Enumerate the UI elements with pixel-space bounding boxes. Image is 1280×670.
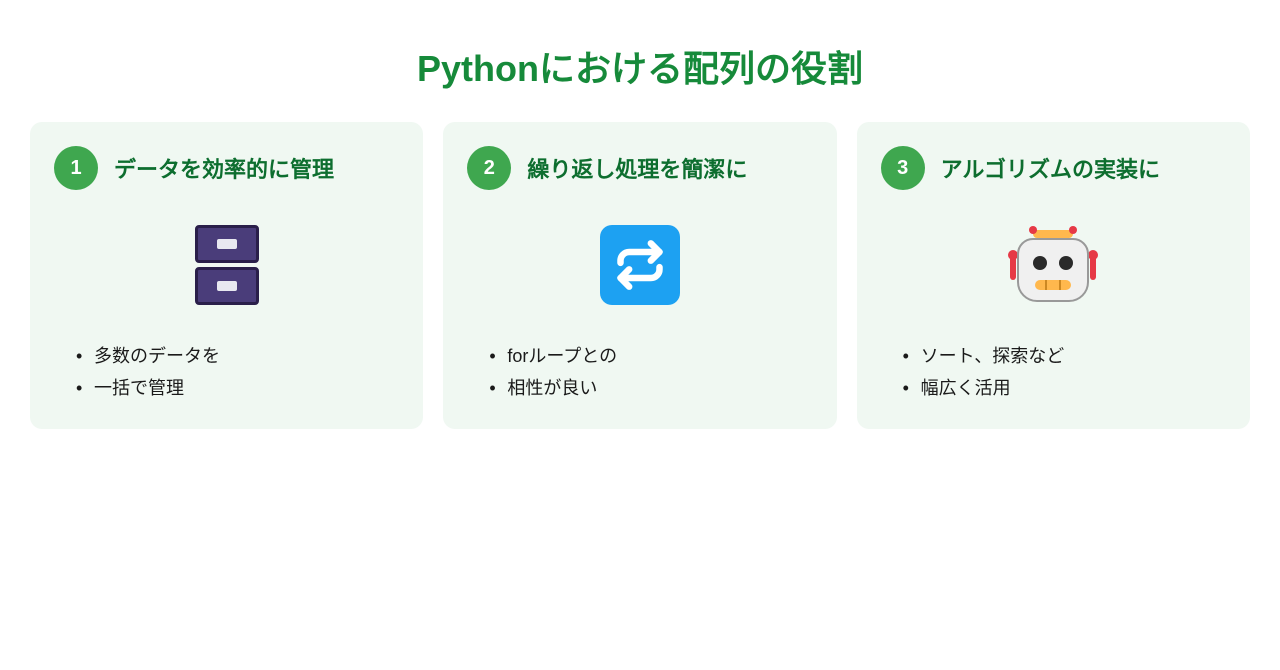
number-badge: 1 <box>54 146 98 190</box>
list-item: forループとの <box>507 340 812 372</box>
page-title: Pythonにおける配列の役割 <box>20 40 1260 92</box>
number-badge: 3 <box>881 146 925 190</box>
card-header: 1 データを効率的に管理 <box>54 146 399 190</box>
card-header: 2 繰り返し処理を簡潔に <box>467 146 812 190</box>
list-item: 幅広く活用 <box>921 372 1226 404</box>
card-title: 繰り返し処理を簡潔に <box>527 152 747 184</box>
list-item: ソート、探索など <box>921 340 1226 372</box>
list-item: 一括で管理 <box>94 372 399 404</box>
cabinet-icon <box>195 225 259 305</box>
number-badge: 2 <box>467 146 511 190</box>
card-title: アルゴリズムの実装に <box>941 152 1160 184</box>
icon-container <box>54 220 399 310</box>
robot-icon <box>1008 220 1098 310</box>
repeat-icon <box>600 225 680 305</box>
list-item: 相性が良い <box>507 372 812 404</box>
card-loop-processing: 2 繰り返し処理を簡潔に forループとの 相性が良い <box>443 122 836 429</box>
bullet-list: ソート、探索など 幅広く活用 <box>881 340 1226 405</box>
card-header: 3 アルゴリズムの実装に <box>881 146 1226 190</box>
icon-container <box>467 220 812 310</box>
list-item: 多数のデータを <box>94 340 399 372</box>
card-algorithm: 3 アルゴリズムの実装に ソート、探索など 幅広く活用 <box>857 122 1250 429</box>
icon-container <box>881 220 1226 310</box>
bullet-list: 多数のデータを 一括で管理 <box>54 340 399 405</box>
cards-container: 1 データを効率的に管理 多数のデータを 一括で管理 2 繰り返し処理を簡潔に <box>20 122 1260 429</box>
card-title: データを効率的に管理 <box>114 152 334 184</box>
card-data-management: 1 データを効率的に管理 多数のデータを 一括で管理 <box>30 122 423 429</box>
bullet-list: forループとの 相性が良い <box>467 340 812 405</box>
